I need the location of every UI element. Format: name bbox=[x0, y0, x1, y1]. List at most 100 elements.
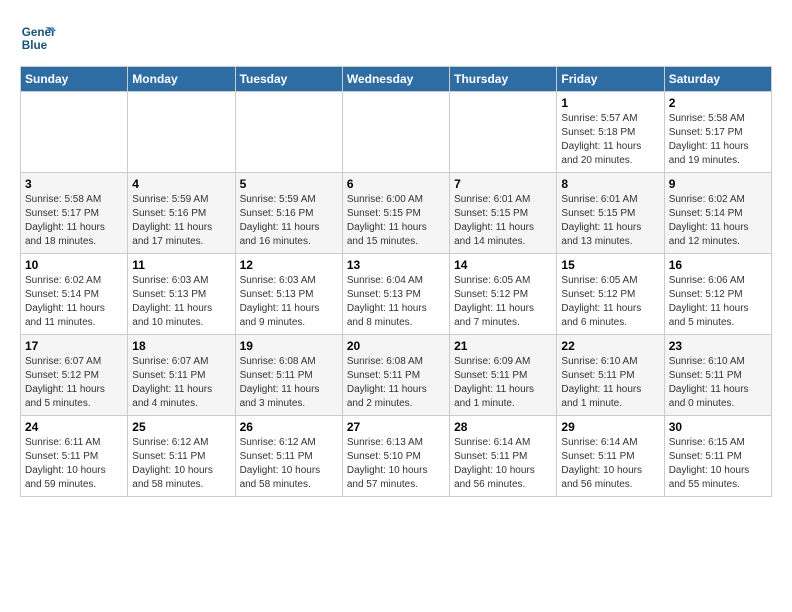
day-number: 22 bbox=[561, 339, 659, 353]
calendar-cell: 18 Sunrise: 6:07 AM Sunset: 5:11 PM Dayli… bbox=[128, 335, 235, 416]
calendar-cell: 8 Sunrise: 6:01 AM Sunset: 5:15 PM Daylig… bbox=[557, 173, 664, 254]
calendar-cell: 15Sunrise: 6:05 AM Sunset: 5:12 PM Dayli… bbox=[557, 254, 664, 335]
day-info: Sunrise: 5:58 AM Sunset: 5:17 PM Dayligh… bbox=[25, 193, 123, 249]
day-info: Sunrise: 6:06 AM Sunset: 5:12 PM Dayligh… bbox=[669, 274, 767, 330]
day-number: 18 bbox=[132, 339, 230, 353]
day-info: Sunrise: 6:02 AM Sunset: 5:14 PM Dayligh… bbox=[669, 193, 767, 249]
day-number: 14 bbox=[454, 258, 552, 272]
logo: General Blue bbox=[20, 20, 56, 56]
day-number: 7 bbox=[454, 177, 552, 191]
calendar-cell bbox=[342, 92, 449, 173]
calendar-cell: 24 Sunrise: 6:11 AM Sunset: 5:11 PM Dayli… bbox=[21, 416, 128, 497]
week-row-4: 17Sunrise: 6:07 AM Sunset: 5:12 PM Dayli… bbox=[21, 335, 772, 416]
day-number: 16 bbox=[669, 258, 767, 272]
logo-icon: General Blue bbox=[20, 20, 56, 56]
calendar-cell: 1 Sunrise: 5:57 AM Sunset: 5:18 PM Daylig… bbox=[557, 92, 664, 173]
day-number: 3 bbox=[25, 177, 123, 191]
header-monday: Monday bbox=[128, 67, 235, 92]
day-number: 1 bbox=[561, 96, 659, 110]
week-row-1: 1 Sunrise: 5:57 AM Sunset: 5:18 PM Daylig… bbox=[21, 92, 772, 173]
day-info: Sunrise: 6:05 AM Sunset: 5:12 PM Dayligh… bbox=[454, 274, 552, 330]
day-info: Sunrise: 6:00 AM Sunset: 5:15 PM Dayligh… bbox=[347, 193, 445, 249]
calendar-cell: 5 Sunrise: 5:59 AM Sunset: 5:16 PM Daylig… bbox=[235, 173, 342, 254]
calendar-cell: 25 Sunrise: 6:12 AM Sunset: 5:11 PM Dayli… bbox=[128, 416, 235, 497]
header-saturday: Saturday bbox=[664, 67, 771, 92]
day-number: 24 bbox=[25, 420, 123, 434]
calendar-cell: 4 Sunrise: 5:59 AM Sunset: 5:16 PM Daylig… bbox=[128, 173, 235, 254]
day-info: Sunrise: 6:01 AM Sunset: 5:15 PM Dayligh… bbox=[454, 193, 552, 249]
day-number: 9 bbox=[669, 177, 767, 191]
calendar-cell: 26 Sunrise: 6:12 AM Sunset: 5:11 PM Dayli… bbox=[235, 416, 342, 497]
calendar-cell bbox=[21, 92, 128, 173]
page-header: General Blue bbox=[20, 20, 772, 56]
day-number: 10 bbox=[25, 258, 123, 272]
day-number: 30 bbox=[669, 420, 767, 434]
calendar-cell: 7 Sunrise: 6:01 AM Sunset: 5:15 PM Daylig… bbox=[450, 173, 557, 254]
day-info: Sunrise: 6:12 AM Sunset: 5:11 PM Dayligh… bbox=[132, 436, 230, 492]
calendar: SundayMondayTuesdayWednesdayThursdayFrid… bbox=[20, 66, 772, 497]
calendar-cell: 30 Sunrise: 6:15 AM Sunset: 5:11 PM Dayli… bbox=[664, 416, 771, 497]
weekday-header-row: SundayMondayTuesdayWednesdayThursdayFrid… bbox=[21, 67, 772, 92]
calendar-cell: 6 Sunrise: 6:00 AM Sunset: 5:15 PM Daylig… bbox=[342, 173, 449, 254]
day-info: Sunrise: 6:03 AM Sunset: 5:13 PM Dayligh… bbox=[132, 274, 230, 330]
week-row-2: 3 Sunrise: 5:58 AM Sunset: 5:17 PM Daylig… bbox=[21, 173, 772, 254]
header-wednesday: Wednesday bbox=[342, 67, 449, 92]
calendar-cell: 17Sunrise: 6:07 AM Sunset: 5:12 PM Dayli… bbox=[21, 335, 128, 416]
calendar-cell: 29 Sunrise: 6:14 AM Sunset: 5:11 PM Dayli… bbox=[557, 416, 664, 497]
day-number: 6 bbox=[347, 177, 445, 191]
day-number: 19 bbox=[240, 339, 338, 353]
day-number: 29 bbox=[561, 420, 659, 434]
day-info: Sunrise: 6:10 AM Sunset: 5:11 PM Dayligh… bbox=[669, 355, 767, 411]
day-info: Sunrise: 6:07 AM Sunset: 5:11 PM Dayligh… bbox=[132, 355, 230, 411]
calendar-cell: 14 Sunrise: 6:05 AM Sunset: 5:12 PM Dayli… bbox=[450, 254, 557, 335]
day-number: 8 bbox=[561, 177, 659, 191]
day-info: Sunrise: 6:11 AM Sunset: 5:11 PM Dayligh… bbox=[25, 436, 123, 492]
header-thursday: Thursday bbox=[450, 67, 557, 92]
day-number: 4 bbox=[132, 177, 230, 191]
day-number: 23 bbox=[669, 339, 767, 353]
calendar-cell bbox=[128, 92, 235, 173]
header-tuesday: Tuesday bbox=[235, 67, 342, 92]
calendar-cell: 21Sunrise: 6:09 AM Sunset: 5:11 PM Dayli… bbox=[450, 335, 557, 416]
day-info: Sunrise: 6:12 AM Sunset: 5:11 PM Dayligh… bbox=[240, 436, 338, 492]
header-friday: Friday bbox=[557, 67, 664, 92]
calendar-cell: 12Sunrise: 6:03 AM Sunset: 5:13 PM Dayli… bbox=[235, 254, 342, 335]
day-number: 12 bbox=[240, 258, 338, 272]
calendar-cell: 19 Sunrise: 6:08 AM Sunset: 5:11 PM Dayli… bbox=[235, 335, 342, 416]
day-info: Sunrise: 6:01 AM Sunset: 5:15 PM Dayligh… bbox=[561, 193, 659, 249]
day-number: 27 bbox=[347, 420, 445, 434]
day-number: 13 bbox=[347, 258, 445, 272]
day-info: Sunrise: 5:59 AM Sunset: 5:16 PM Dayligh… bbox=[240, 193, 338, 249]
day-info: Sunrise: 6:14 AM Sunset: 5:11 PM Dayligh… bbox=[454, 436, 552, 492]
calendar-cell: 3 Sunrise: 5:58 AM Sunset: 5:17 PM Daylig… bbox=[21, 173, 128, 254]
day-number: 25 bbox=[132, 420, 230, 434]
calendar-cell bbox=[450, 92, 557, 173]
day-info: Sunrise: 5:57 AM Sunset: 5:18 PM Dayligh… bbox=[561, 112, 659, 168]
day-number: 20 bbox=[347, 339, 445, 353]
calendar-cell: 9 Sunrise: 6:02 AM Sunset: 5:14 PM Daylig… bbox=[664, 173, 771, 254]
day-info: Sunrise: 5:59 AM Sunset: 5:16 PM Dayligh… bbox=[132, 193, 230, 249]
day-info: Sunrise: 5:58 AM Sunset: 5:17 PM Dayligh… bbox=[669, 112, 767, 168]
day-info: Sunrise: 6:08 AM Sunset: 5:11 PM Dayligh… bbox=[347, 355, 445, 411]
day-info: Sunrise: 6:04 AM Sunset: 5:13 PM Dayligh… bbox=[347, 274, 445, 330]
week-row-3: 10 Sunrise: 6:02 AM Sunset: 5:14 PM Dayli… bbox=[21, 254, 772, 335]
calendar-cell: 13 Sunrise: 6:04 AM Sunset: 5:13 PM Dayli… bbox=[342, 254, 449, 335]
day-number: 17 bbox=[25, 339, 123, 353]
day-number: 15 bbox=[561, 258, 659, 272]
calendar-cell: 20 Sunrise: 6:08 AM Sunset: 5:11 PM Dayli… bbox=[342, 335, 449, 416]
day-number: 5 bbox=[240, 177, 338, 191]
day-info: Sunrise: 6:08 AM Sunset: 5:11 PM Dayligh… bbox=[240, 355, 338, 411]
calendar-cell: 27Sunrise: 6:13 AM Sunset: 5:10 PM Dayli… bbox=[342, 416, 449, 497]
week-row-5: 24 Sunrise: 6:11 AM Sunset: 5:11 PM Dayli… bbox=[21, 416, 772, 497]
calendar-cell: 2 Sunrise: 5:58 AM Sunset: 5:17 PM Daylig… bbox=[664, 92, 771, 173]
calendar-cell: 23 Sunrise: 6:10 AM Sunset: 5:11 PM Dayli… bbox=[664, 335, 771, 416]
day-info: Sunrise: 6:15 AM Sunset: 5:11 PM Dayligh… bbox=[669, 436, 767, 492]
calendar-cell bbox=[235, 92, 342, 173]
svg-text:Blue: Blue bbox=[22, 39, 48, 52]
calendar-cell: 10 Sunrise: 6:02 AM Sunset: 5:14 PM Dayli… bbox=[21, 254, 128, 335]
day-info: Sunrise: 6:02 AM Sunset: 5:14 PM Dayligh… bbox=[25, 274, 123, 330]
day-number: 2 bbox=[669, 96, 767, 110]
calendar-cell: 16 Sunrise: 6:06 AM Sunset: 5:12 PM Dayli… bbox=[664, 254, 771, 335]
day-number: 26 bbox=[240, 420, 338, 434]
day-info: Sunrise: 6:14 AM Sunset: 5:11 PM Dayligh… bbox=[561, 436, 659, 492]
